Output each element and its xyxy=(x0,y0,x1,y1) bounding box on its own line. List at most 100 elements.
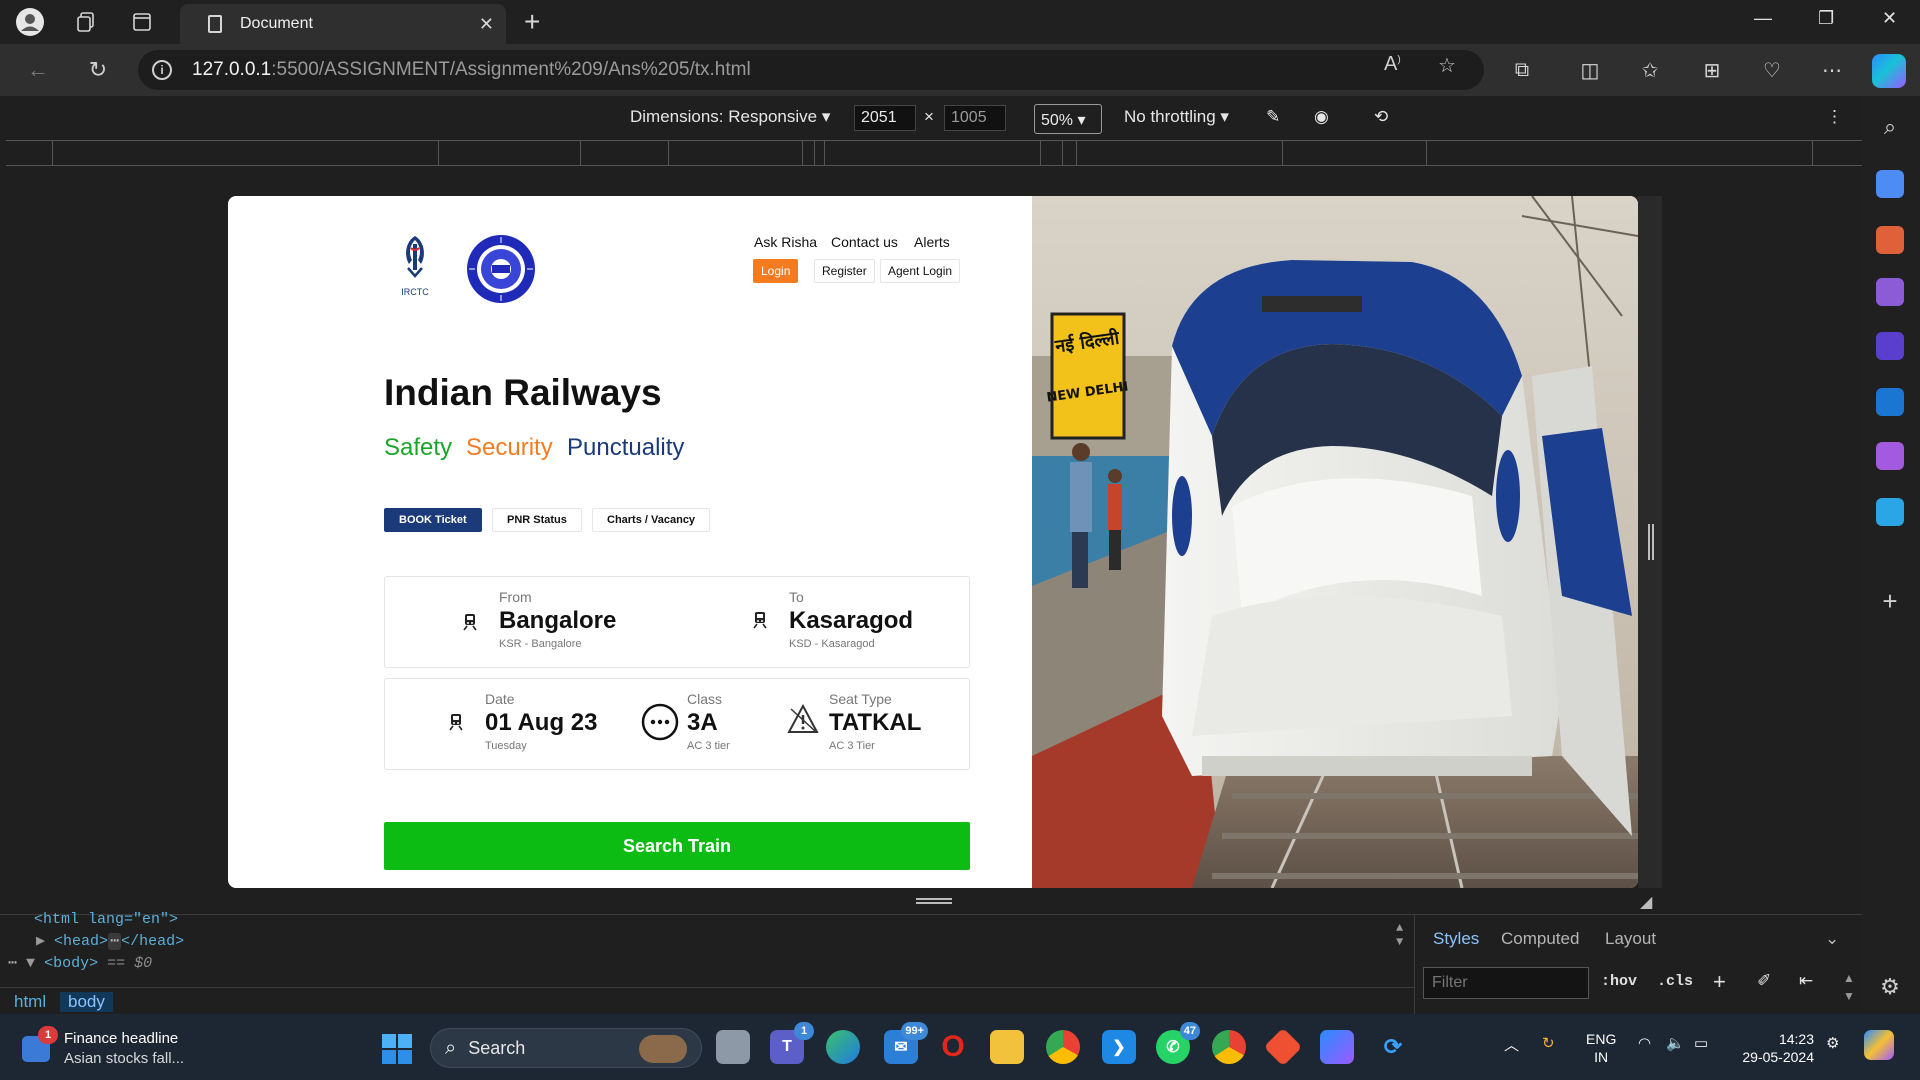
toggle-sidebar-icon[interactable]: ⇤ xyxy=(1799,971,1813,991)
remote-app-icon[interactable]: ⟳ xyxy=(1376,1030,1410,1064)
agent-login-button[interactable]: Agent Login xyxy=(880,259,961,283)
viewport-height-resizer[interactable] xyxy=(916,898,952,904)
more-options-icon[interactable]: ⋮ xyxy=(1826,107,1843,127)
favorite-star-icon[interactable]: ☆ xyxy=(1438,53,1456,78)
date-field[interactable]: Date 01 Aug 23 Tuesday xyxy=(485,691,598,752)
show-hidden-icons[interactable]: ︿ xyxy=(1504,1034,1519,1055)
dom-head-line[interactable]: ▶ <head> ⋯ </head> xyxy=(36,931,184,950)
to-field[interactable]: To Kasaragod KSD - Kasaragod xyxy=(789,589,913,650)
clock[interactable]: 14:23 29-05-2024 xyxy=(1722,1030,1814,1066)
styles-filter-input[interactable] xyxy=(1423,967,1589,999)
favorites-icon[interactable]: ✩ xyxy=(1634,54,1666,86)
split-screen-icon[interactable]: ◫ xyxy=(1574,54,1606,86)
class-field[interactable]: Class 3A AC 3 tier xyxy=(687,691,730,752)
search-icon[interactable]: ⌕ xyxy=(1876,114,1904,142)
tab-layout[interactable]: Layout xyxy=(1605,929,1656,949)
back-icon[interactable]: ← xyxy=(22,54,54,86)
tab-document[interactable]: Document ✕ xyxy=(180,4,506,44)
settings-more-icon[interactable]: ⋯ xyxy=(1816,54,1848,86)
tab-styles[interactable]: Styles xyxy=(1433,929,1479,949)
url-bar[interactable]: i 127.0.0.1:5500/ASSIGNMENT/Assignment%2… xyxy=(138,50,1484,90)
send-icon[interactable] xyxy=(1876,498,1904,526)
opera-icon[interactable]: O xyxy=(936,1030,970,1064)
dom-html-line[interactable]: <html lang="en"> xyxy=(34,911,178,928)
tools-briefcase-icon[interactable] xyxy=(1876,226,1904,254)
widgets-button[interactable]: 1 Finance headline Asian stocks fall... xyxy=(22,1026,222,1068)
collections-icon[interactable]: ⊞ xyxy=(1696,54,1728,86)
tab-book-ticket[interactable]: BOOK Ticket xyxy=(384,508,482,532)
start-button[interactable] xyxy=(382,1034,412,1064)
close-tab-icon[interactable]: ✕ xyxy=(479,14,494,35)
whatsapp-icon[interactable]: ✆ 47 xyxy=(1156,1022,1200,1064)
styles-scroll-arrows[interactable]: ▲ ▼ xyxy=(1843,969,1855,1005)
width-input[interactable]: 2051 xyxy=(854,105,916,131)
browser-essentials-icon[interactable]: ♡ xyxy=(1756,54,1788,86)
outlook-icon[interactable] xyxy=(1876,388,1904,416)
extensions-icon[interactable]: ⧉ xyxy=(1506,54,1538,86)
site-info-icon[interactable]: i xyxy=(152,60,172,80)
edge-icon[interactable] xyxy=(826,1030,860,1064)
chrome-dev-icon[interactable] xyxy=(1046,1030,1080,1064)
cls-toggle[interactable]: .cls xyxy=(1657,973,1693,990)
chrome-icon[interactable] xyxy=(1212,1030,1246,1064)
copilot-app-icon[interactable] xyxy=(1876,332,1904,360)
device-emulation-eye-icon[interactable]: ◉ xyxy=(1314,107,1329,127)
close-window-button[interactable]: ✕ xyxy=(1882,8,1897,29)
games-icon[interactable] xyxy=(1876,278,1904,306)
seat-type-field[interactable]: Seat Type TATKAL AC 3 Tier xyxy=(829,691,921,752)
language-indicator[interactable]: ENG IN xyxy=(1586,1030,1616,1066)
git-icon[interactable] xyxy=(1263,1027,1303,1067)
minimize-button[interactable]: — xyxy=(1754,8,1772,29)
vscode-icon[interactable]: ❯ xyxy=(1102,1030,1136,1064)
viewport-corner-resizer[interactable]: ◢ xyxy=(1640,892,1656,911)
sync-status-icon[interactable]: ↻ xyxy=(1542,1034,1555,1052)
copilot-tray-icon[interactable] xyxy=(1864,1030,1894,1060)
from-field[interactable]: From Bangalore KSR - Bangalore xyxy=(499,589,616,650)
vertical-tabs-icon[interactable] xyxy=(126,6,158,38)
chevron-down-icon[interactable]: ⌄ xyxy=(1825,929,1839,949)
paint-brush-icon[interactable]: ✐ xyxy=(1757,971,1771,991)
zoom-dropdown[interactable]: 50% ▾ xyxy=(1034,104,1102,134)
sidebar-settings-icon[interactable]: ⚙ xyxy=(1876,974,1904,1002)
shopping-tag-icon[interactable] xyxy=(1876,170,1904,198)
profile-avatar-icon[interactable] xyxy=(14,6,46,38)
read-aloud-icon[interactable]: A) xyxy=(1384,53,1401,76)
indian-railways-emblem[interactable] xyxy=(466,234,536,304)
wifi-icon[interactable]: ◠ xyxy=(1638,1034,1651,1052)
url-text[interactable]: 127.0.0.1:5500/ASSIGNMENT/Assignment%209… xyxy=(192,59,751,81)
rotate-device-icon[interactable]: ⟲ xyxy=(1374,107,1388,127)
tab-pnr-status[interactable]: PNR Status xyxy=(492,508,582,532)
dom-body-line[interactable]: ⋯ ▼ <body> == $0 xyxy=(8,953,152,972)
crumb-html[interactable]: html xyxy=(6,992,54,1012)
throttling-dropdown[interactable]: No throttling ▾ xyxy=(1124,107,1229,127)
add-sidebar-icon[interactable]: + xyxy=(1876,586,1904,616)
teams-icon[interactable]: T1 xyxy=(770,1022,814,1064)
task-view-icon[interactable] xyxy=(716,1030,750,1064)
mail-icon[interactable]: ✉ 99+ xyxy=(884,1022,928,1064)
battery-icon[interactable]: ▭ xyxy=(1694,1034,1708,1052)
copilot-icon[interactable] xyxy=(1872,54,1906,88)
new-tab-button[interactable]: + xyxy=(524,6,540,38)
irctc-logo[interactable]: IRCTC xyxy=(400,234,430,300)
restore-button[interactable]: ❐ xyxy=(1818,8,1834,29)
search-train-button[interactable]: Search Train xyxy=(384,822,970,870)
dimensions-dropdown[interactable]: Dimensions: Responsive ▾ xyxy=(630,107,830,127)
notification-settings-icon[interactable]: ⚙ xyxy=(1826,1034,1839,1052)
hov-toggle[interactable]: :hov xyxy=(1601,973,1637,990)
tab-charts-vacancy[interactable]: Charts / Vacancy xyxy=(592,508,711,532)
height-input[interactable]: 1005 xyxy=(944,105,1006,131)
refresh-icon[interactable]: ↻ xyxy=(82,54,114,86)
volume-icon[interactable]: 🔈 xyxy=(1666,1034,1685,1052)
alerts-link[interactable]: Alerts xyxy=(914,234,950,250)
file-explorer-icon[interactable] xyxy=(990,1030,1024,1064)
taskbar-search[interactable]: ⌕ Search xyxy=(430,1028,702,1068)
dom-scroll-arrows[interactable]: ▲ ▼ xyxy=(1396,921,1403,949)
color-picker-icon[interactable]: ✎ xyxy=(1266,107,1280,127)
contact-us-link[interactable]: Contact us xyxy=(831,234,898,250)
ask-risha-link[interactable]: Ask Risha xyxy=(754,234,817,250)
login-button[interactable]: Login xyxy=(753,259,799,283)
workspaces-icon[interactable] xyxy=(70,6,102,38)
designer-icon[interactable] xyxy=(1876,442,1904,470)
tab-computed[interactable]: Computed xyxy=(1501,929,1579,949)
register-button[interactable]: Register xyxy=(814,259,875,283)
